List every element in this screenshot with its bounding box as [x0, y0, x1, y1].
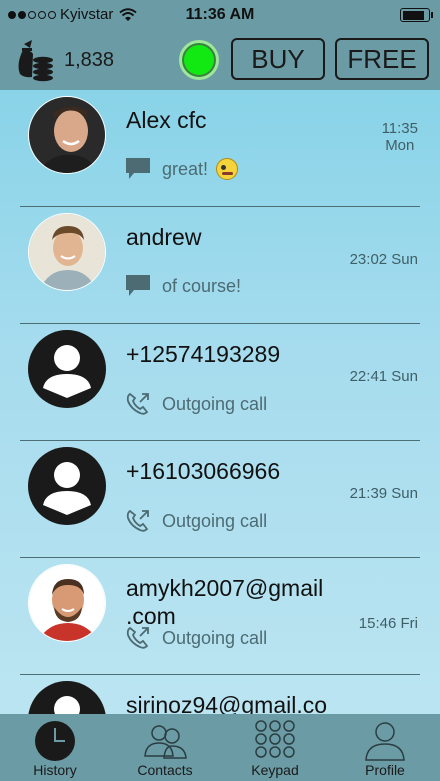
contact-name: sirinoz94@gmail.co m — [126, 692, 328, 714]
call-type: Outgoing call — [162, 627, 268, 648]
default-avatar-icon — [28, 447, 106, 525]
default-avatar-icon — [28, 330, 106, 408]
contact-avatar — [28, 213, 106, 291]
outgoing-call-icon — [126, 626, 149, 649]
history-row[interactable]: andrew 23:02 Sun of course! — [0, 207, 440, 324]
message-icon — [126, 275, 150, 296]
online-status-indicator[interactable] — [179, 40, 219, 80]
outgoing-call-icon — [126, 509, 149, 532]
tab-label: Profile — [365, 762, 405, 778]
last-message: of course! — [162, 275, 242, 296]
winking-face-emoji-icon — [216, 158, 239, 180]
credit-balance: 1,838 — [64, 49, 115, 71]
call-time: 21:39 Sun — [349, 485, 418, 502]
history-row[interactable]: +12574193289 22:41 Sun Outgoing call — [0, 324, 440, 441]
call-type: Outgoing call — [162, 510, 268, 531]
call-time: 22:41 Sun — [349, 368, 418, 385]
history-row[interactable]: sirinoz94@gmail.co m — [0, 675, 440, 714]
keypad-icon — [255, 720, 295, 758]
call-time: 11:35 Mon — [381, 120, 418, 154]
call-time: 23:02 Sun — [349, 251, 418, 268]
message-icon — [126, 158, 150, 179]
tab-label: History — [33, 762, 77, 778]
tab-keypad[interactable]: Keypad — [220, 714, 330, 781]
contact-name: Alex cfc — [126, 107, 207, 133]
app-header: 1,838 BUY FREE — [0, 30, 440, 90]
contacts-icon — [144, 725, 187, 759]
status-time: 11:36 AM — [185, 6, 255, 23]
clock-icon — [35, 721, 75, 761]
contact-name: amykh2007@gmail .com — [126, 575, 324, 629]
status-bar: Kyivstar 11:36 AM — [0, 0, 440, 30]
outgoing-call-icon — [126, 392, 149, 415]
history-row[interactable]: Alex cfc 11:35 Mon great! — [0, 90, 440, 207]
buy-button[interactable]: BUY — [231, 38, 325, 80]
tab-label: Keypad — [251, 762, 299, 778]
call-time: 15:46 Fri — [358, 615, 418, 632]
tab-history[interactable]: History — [0, 714, 110, 781]
contact-avatar — [28, 96, 106, 174]
history-row[interactable]: amykh2007@gmail .com 15:46 Fri Outgoing … — [0, 558, 440, 675]
tab-contacts[interactable]: Contacts — [110, 714, 220, 781]
profile-icon — [365, 722, 405, 761]
battery-icon — [400, 8, 433, 22]
call-type: Outgoing call — [162, 393, 268, 414]
contact-avatar — [28, 564, 106, 642]
history-list[interactable]: Alex cfc 11:35 Mon great! andrew 23:02 S… — [0, 90, 440, 714]
free-button[interactable]: FREE — [335, 38, 429, 80]
tab-label: Contacts — [137, 762, 193, 778]
contact-name: +16103066966 — [126, 458, 281, 484]
contact-name: +12574193289 — [126, 341, 281, 367]
money-bag-icon[interactable] — [14, 38, 54, 82]
default-avatar-icon — [28, 681, 106, 714]
tab-bar: History Contacts Keypad Profile — [0, 714, 440, 781]
tab-profile[interactable]: Profile — [330, 714, 440, 781]
last-message: great! — [162, 158, 209, 179]
history-row[interactable]: +16103066966 21:39 Sun Outgoing call — [0, 441, 440, 558]
contact-name: andrew — [126, 224, 202, 250]
